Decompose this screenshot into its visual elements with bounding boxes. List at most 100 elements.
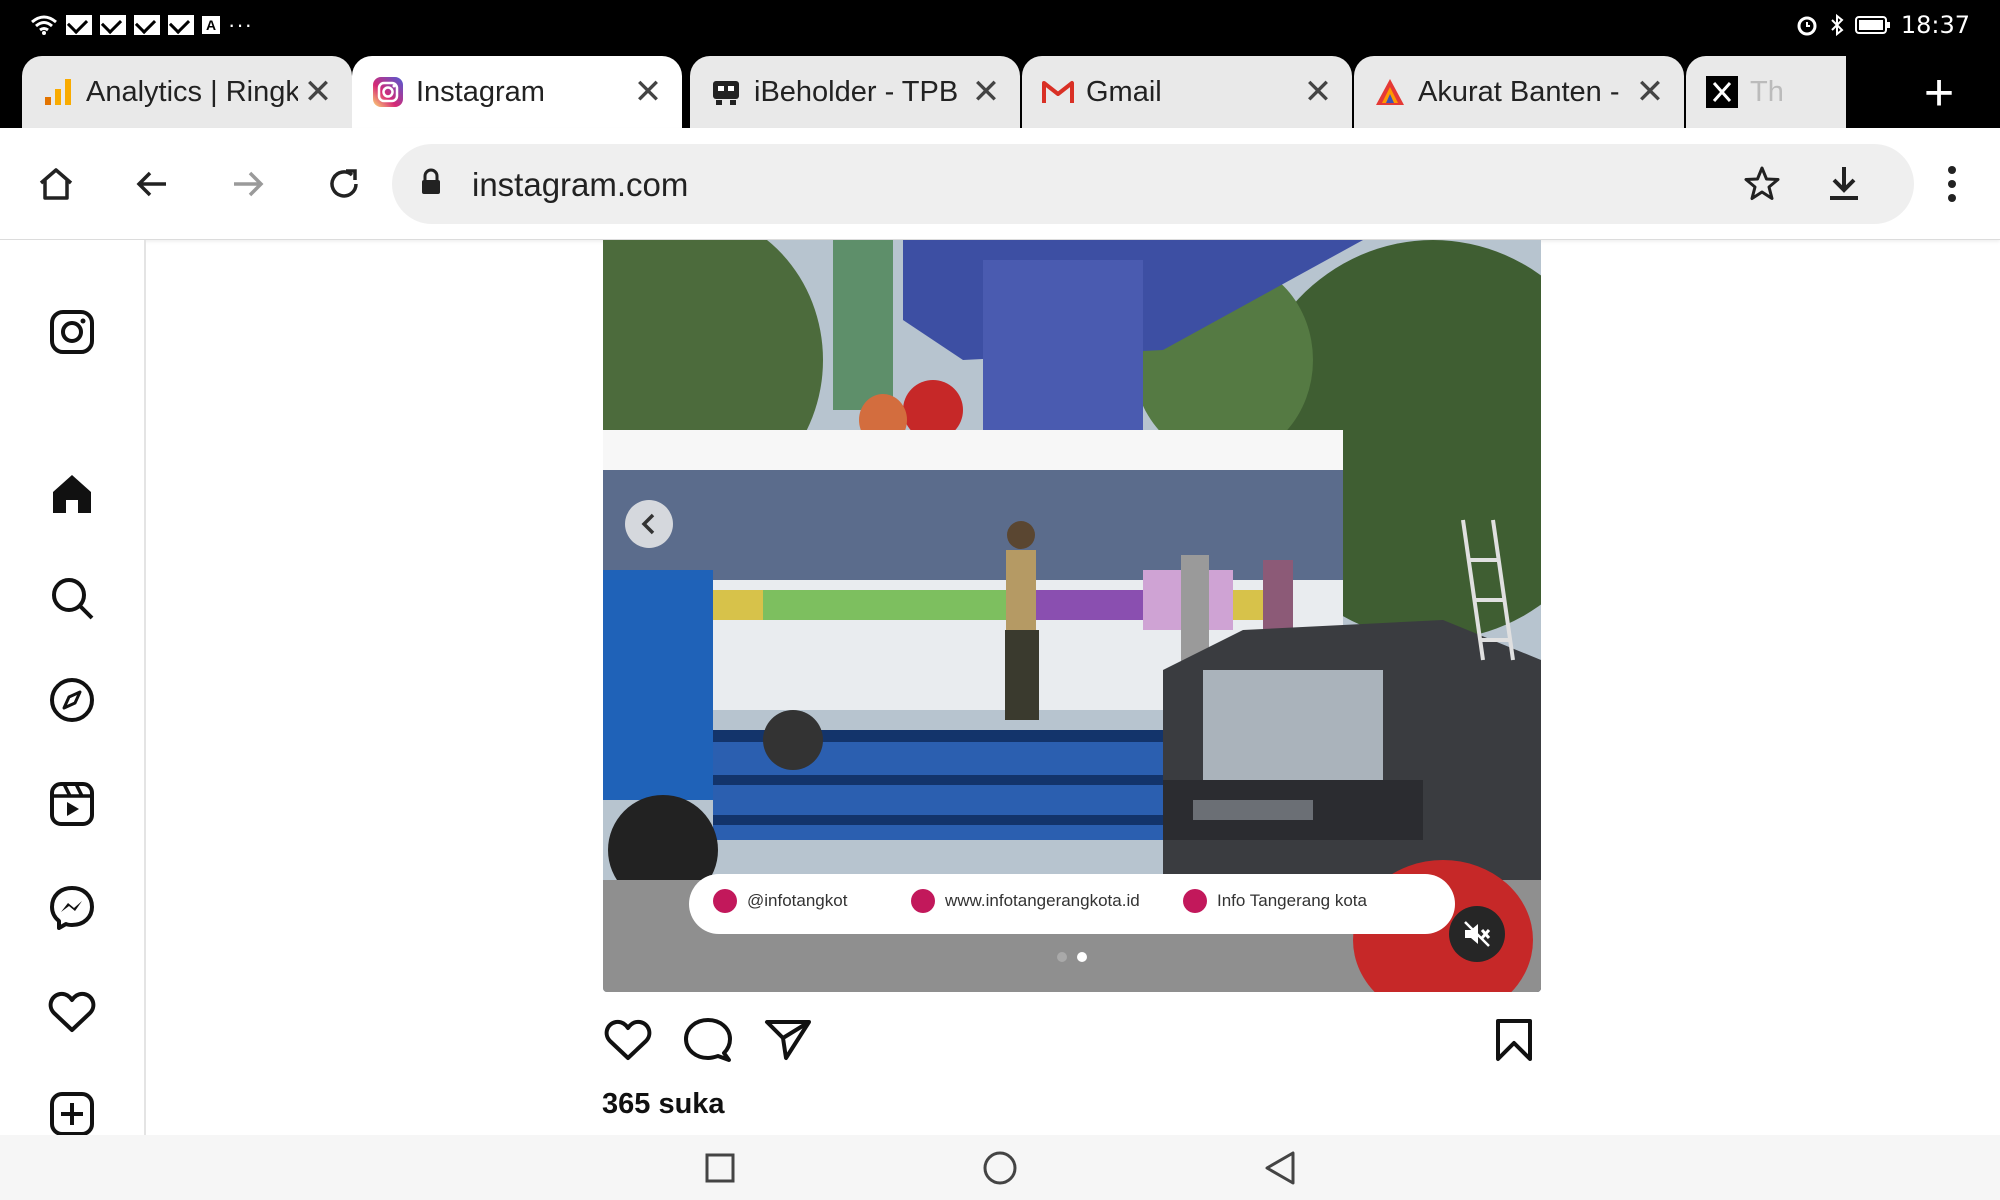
mail-icon [168, 15, 194, 35]
tab-instagram[interactable]: Instagram ✕ [352, 56, 682, 128]
square-icon [705, 1153, 735, 1183]
bookmark-icon [1496, 1019, 1532, 1061]
heart-icon [48, 991, 96, 1032]
close-icon[interactable]: ✕ [966, 72, 1006, 112]
menu-button[interactable] [1924, 154, 1980, 214]
ibeholder-icon [710, 76, 742, 108]
heart-icon [604, 1019, 652, 1060]
mail-icon [100, 15, 126, 35]
arrow-right-icon [234, 171, 264, 197]
bluetooth-icon [1831, 13, 1844, 37]
tab-title: Akurat Banten - [1418, 75, 1620, 108]
watermark-web: www.infotangerangkota.id [911, 889, 1140, 913]
tab-akurat-banten[interactable]: Akurat Banten - ✕ [1354, 56, 1684, 128]
circle-icon [983, 1151, 1017, 1185]
download-button[interactable] [1816, 156, 1872, 212]
tab-analytics[interactable]: Analytics | Ringk ✕ [22, 56, 352, 128]
browser-tab-strip: Analytics | Ringk ✕ Instagram ✕ iBeholde… [0, 50, 2000, 128]
tab-x[interactable]: Th [1686, 56, 1846, 128]
watermark-youtube-text: Info Tangerang kota [1217, 891, 1367, 910]
post-actions [600, 1010, 1545, 1076]
post-media[interactable]: @infotangkot www.infotangerangkota.id In… [603, 240, 1541, 992]
slide-indicator-dot-active [1077, 952, 1087, 962]
close-icon[interactable]: ✕ [628, 72, 668, 112]
forward-button[interactable] [218, 154, 278, 214]
comment-icon [684, 1018, 732, 1062]
lock-icon [422, 168, 440, 194]
x-icon [1706, 76, 1738, 108]
back-button[interactable] [122, 154, 182, 214]
alarm-icon [1797, 16, 1817, 36]
tab-title: Gmail [1086, 75, 1162, 108]
instagram-logo-icon [50, 310, 94, 354]
akurat-icon [1374, 76, 1406, 108]
plus-square-icon [50, 1092, 94, 1136]
comment-button[interactable] [680, 1010, 736, 1070]
close-icon[interactable]: ✕ [1298, 72, 1338, 112]
like-button[interactable] [600, 1010, 656, 1070]
bookmark-star-button[interactable] [1734, 156, 1790, 212]
browser-toolbar: instagram.com [0, 128, 2000, 240]
watermark-youtube: Info Tangerang kota [1183, 889, 1367, 913]
home-icon [39, 168, 73, 200]
nav-reels[interactable] [44, 776, 100, 832]
compass-icon [50, 678, 94, 722]
mute-button[interactable] [1449, 906, 1505, 962]
watermark-web-text: www.infotangerangkota.id [945, 891, 1140, 910]
youtube-icon [1183, 889, 1207, 913]
nav-messages[interactable] [44, 880, 100, 936]
messenger-icon [50, 886, 94, 930]
close-icon[interactable]: ✕ [298, 72, 338, 112]
mail-icon [134, 15, 160, 35]
tab-title: Th [1750, 75, 1784, 108]
mail-icon [66, 15, 92, 35]
home-button[interactable] [26, 154, 86, 214]
reels-icon [50, 782, 94, 826]
recents-button[interactable] [697, 1145, 743, 1191]
reload-button[interactable] [314, 154, 374, 214]
tab-title: Instagram [416, 75, 545, 108]
watermark-tiktok: @infotangkot [713, 889, 847, 913]
tab-gmail[interactable]: Gmail ✕ [1022, 56, 1352, 128]
chevron-left-icon [641, 513, 655, 535]
speaker-muted-icon [1464, 921, 1491, 947]
gmail-icon [1042, 76, 1074, 108]
slide-indicator-dot [1057, 952, 1067, 962]
instagram-icon [372, 76, 404, 108]
star-icon [1744, 166, 1780, 200]
status-time: 18:37 [1900, 11, 1970, 39]
nav-explore[interactable] [44, 672, 100, 728]
back-nav-button[interactable] [1257, 1145, 1303, 1191]
likes-count[interactable]: 365 suka [602, 1088, 725, 1121]
instagram-logo-link[interactable] [44, 304, 100, 360]
share-button[interactable] [760, 1010, 816, 1070]
more-notifications-indicator: ··· [228, 12, 253, 37]
reload-icon [330, 169, 358, 198]
tab-title: iBeholder - TPB [754, 75, 959, 108]
tiktok-icon [713, 889, 737, 913]
home-filled-icon [53, 475, 91, 513]
triangle-back-icon [1265, 1151, 1295, 1185]
nav-search[interactable] [44, 570, 100, 626]
close-icon[interactable]: ✕ [1630, 72, 1670, 112]
address-bar[interactable]: instagram.com [392, 144, 1914, 224]
video-watermark-banner: @infotangkot www.infotangerangkota.id In… [689, 874, 1455, 934]
system-navigation-bar [0, 1135, 2000, 1200]
nav-create[interactable] [44, 1086, 100, 1142]
watermark-tiktok-text: @infotangkot [747, 891, 848, 910]
tab-title: Analytics | Ringk [86, 75, 298, 108]
send-icon [765, 1020, 811, 1060]
system-status-bar: A ··· 18:37 [0, 0, 2000, 50]
previous-slide-button[interactable] [625, 500, 673, 548]
tab-ibeholder[interactable]: iBeholder - TPB ✕ [690, 56, 1020, 128]
battery-icon [1854, 16, 1890, 34]
search-icon [52, 578, 94, 620]
nav-home[interactable] [44, 466, 100, 522]
new-tab-button[interactable]: + [1914, 67, 1964, 119]
globe-icon [911, 889, 935, 913]
more-vert-icon [1948, 166, 1956, 202]
save-button[interactable] [1486, 1010, 1542, 1070]
nav-notifications[interactable] [44, 984, 100, 1040]
download-icon [1830, 167, 1858, 200]
home-nav-button[interactable] [977, 1145, 1023, 1191]
